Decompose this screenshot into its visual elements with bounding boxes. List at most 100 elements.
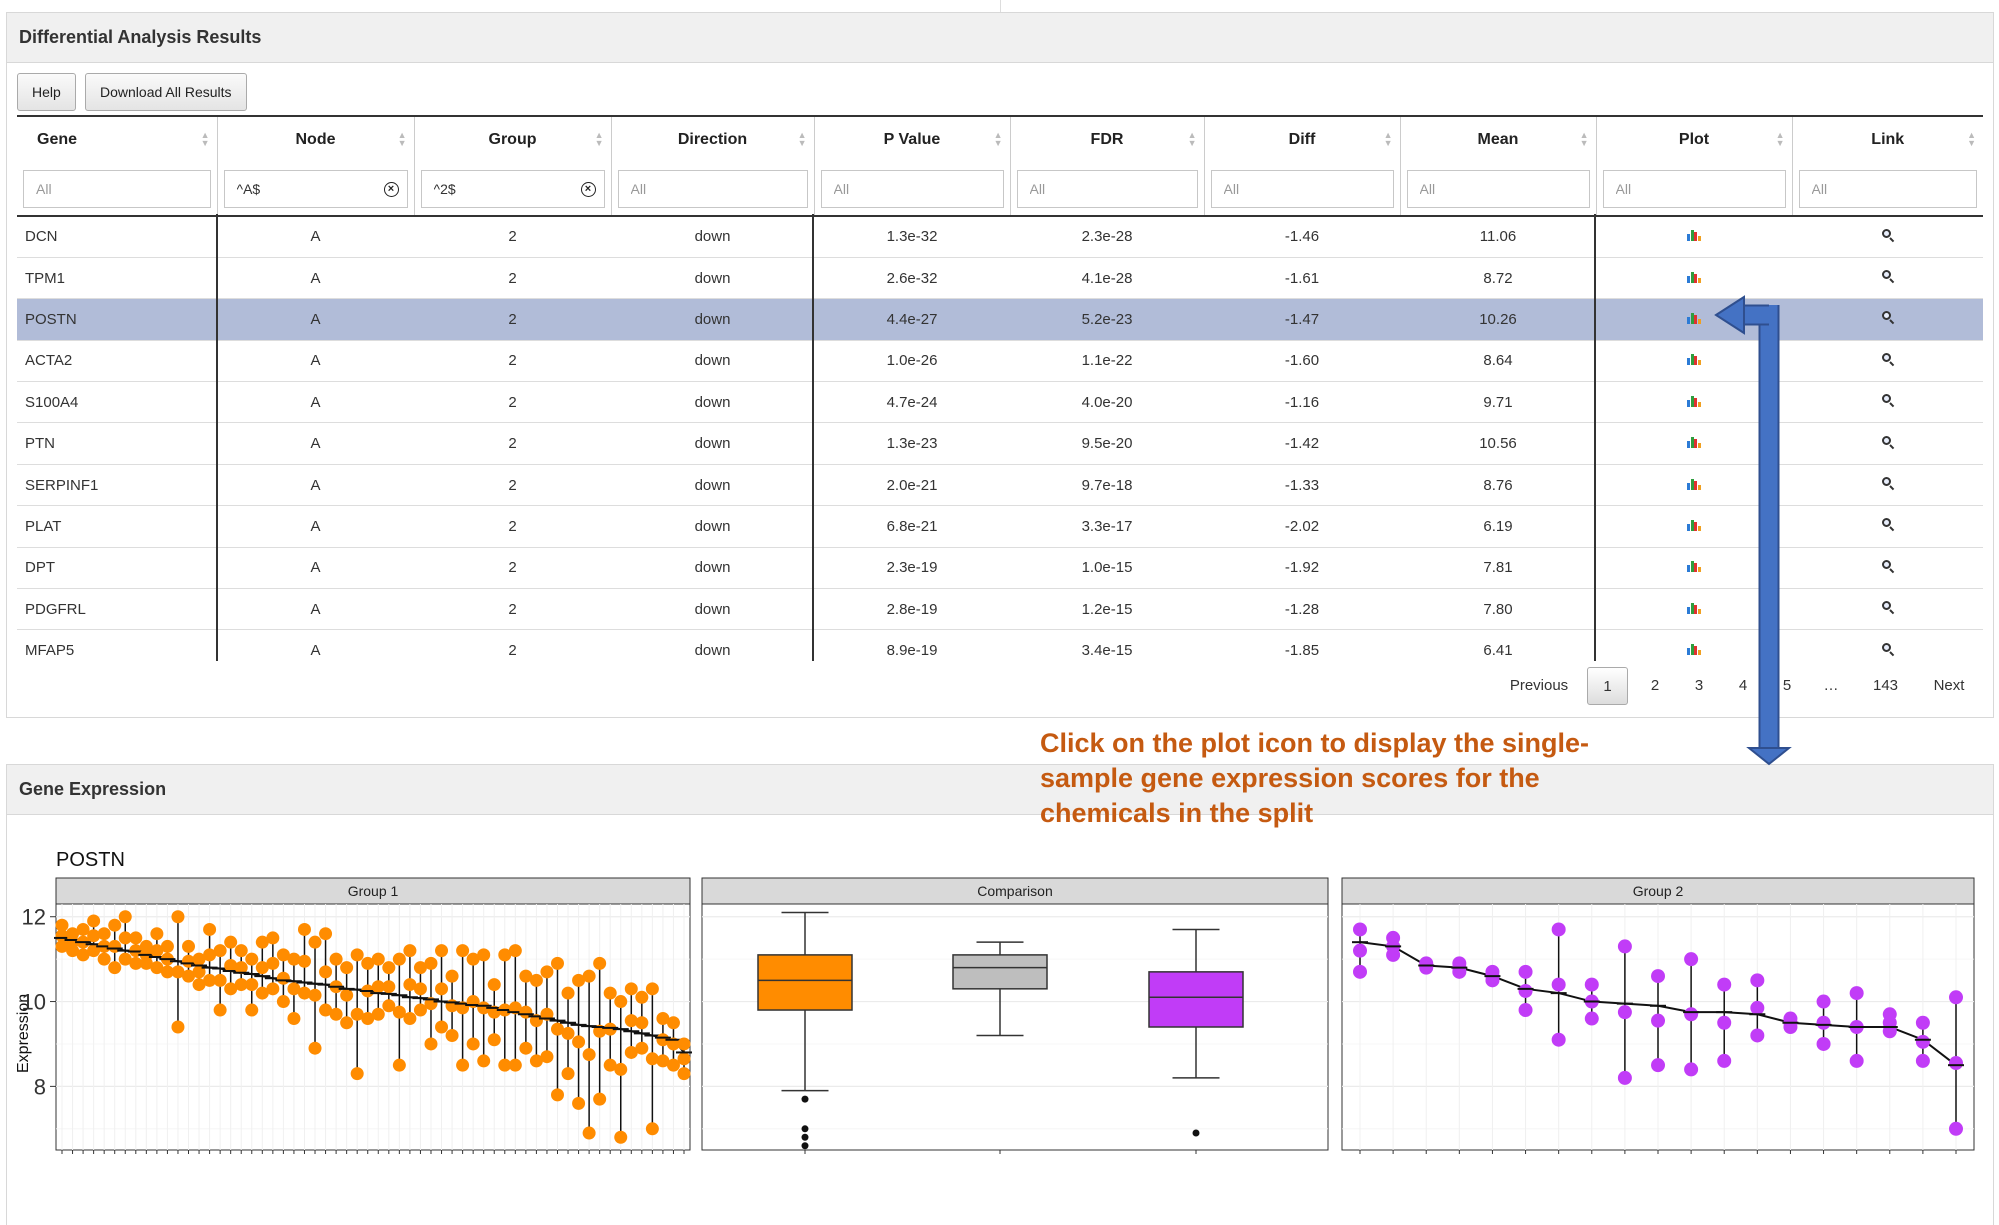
filter-input-diff[interactable] [1211,170,1393,207]
cell-direction: down [611,546,814,589]
column-header-mean[interactable]: Mean ▲ ▼ [1399,115,1596,162]
filter-input-node[interactable] [224,170,407,207]
results-panel-title: Differential Analysis Results [7,13,1993,63]
sort-icon[interactable]: ▲ ▼ [1188,131,1197,148]
table-row[interactable]: PTN A 2 down 1.3e-23 9.5e-20 -1.42 10.56 [17,422,1983,465]
column-header-group[interactable]: Group ▲ ▼ [413,115,611,162]
cell-link [1792,588,1983,630]
table-row[interactable]: POSTN A 2 down 4.4e-27 5.2e-23 -1.47 10.26 [17,298,1983,341]
clear-filter-icon[interactable]: × [383,181,399,197]
help-button[interactable]: Help [17,73,76,111]
bar-chart-icon[interactable] [1687,395,1701,407]
column-header-plot[interactable]: Plot ▲ ▼ [1595,115,1792,162]
data-point [1849,986,1864,1001]
bar-chart-icon[interactable] [1687,519,1701,531]
table-row[interactable]: DPT A 2 down 2.3e-19 1.0e-15 -1.92 7.81 [17,546,1983,589]
magnifier-icon[interactable] [1881,559,1895,574]
sort-icon[interactable]: ▲ ▼ [201,131,210,148]
bar-chart-icon[interactable] [1687,312,1701,324]
column-header-diff[interactable]: Diff ▲ ▼ [1203,115,1400,162]
bar-chart-icon[interactable] [1687,271,1701,283]
table-row[interactable]: PDGFRL A 2 down 2.8e-19 1.2e-15 -1.28 7.80 [17,588,1983,630]
magnifier-icon[interactable] [1881,310,1895,325]
sort-icon[interactable]: ▲ ▼ [1776,131,1785,148]
outlier-point [801,1133,809,1141]
pagination-next[interactable]: Next [1924,667,1974,705]
bar-chart-icon[interactable] [1687,436,1701,449]
column-header-link[interactable]: Link ▲ ▼ [1791,115,1983,162]
sort-icon[interactable]: ▲ ▼ [1967,131,1976,148]
data-point [266,931,280,945]
filter-input-group[interactable] [421,170,604,207]
table-row[interactable]: PLAT A 2 down 6.8e-21 3.3e-17 -2.02 6.19 [17,505,1983,548]
data-point [424,956,438,970]
bar-chart-icon[interactable] [1687,602,1701,614]
cell-link [1792,256,1983,299]
column-header-p-value[interactable]: P Value ▲ ▼ [813,115,1010,162]
column-header-label: Diff [1288,130,1316,148]
magnifier-icon[interactable] [1881,352,1895,367]
page-2-button[interactable]: 2 [1640,667,1670,705]
data-point [1617,1005,1632,1020]
sort-icon[interactable]: ▲ ▼ [595,131,604,148]
bar-chart-icon[interactable] [1687,353,1701,366]
data-point [529,973,543,987]
clear-filter-icon[interactable]: × [580,181,596,197]
sort-icon[interactable]: ▲ ▼ [994,131,1003,148]
bar-chart-icon[interactable] [1687,643,1701,656]
sort-icon[interactable]: ▲ ▼ [798,131,807,148]
table-row[interactable]: ACTA2 A 2 down 1.0e-26 1.1e-22 -1.60 8.64 [17,339,1983,382]
filter-input-fdr[interactable] [1017,170,1197,207]
table-row[interactable]: S100A4 A 2 down 4.7e-24 4.0e-20 -1.16 9.71 [17,381,1983,423]
bar-chart-icon[interactable] [1687,478,1701,490]
magnifier-icon[interactable] [1881,228,1895,243]
filter-box [820,169,1004,208]
cell-diff: -1.16 [1204,381,1400,423]
pagination-previous[interactable]: Previous [1500,667,1578,705]
bar-chart-icon[interactable] [1687,560,1701,573]
column-header-fdr[interactable]: FDR ▲ ▼ [1009,115,1204,162]
filter-input-direction[interactable] [618,170,807,207]
cell-fdr: 3.3e-17 [1010,505,1204,548]
sort-icon[interactable]: ▲ ▼ [1580,131,1589,148]
column-header-node[interactable]: Node ▲ ▼ [216,115,414,162]
data-point [1816,994,1831,1009]
cell-fdr: 9.7e-18 [1010,463,1204,506]
magnifier-icon[interactable] [1881,600,1895,615]
page-5-button[interactable]: 5 [1772,667,1802,705]
page-4-button[interactable]: 4 [1728,667,1758,705]
cell-direction: down [611,298,814,341]
page-1-button[interactable]: 1 [1587,667,1628,705]
sort-icon[interactable]: ▲ ▼ [398,131,407,148]
filter-input-plot[interactable] [1603,170,1785,207]
page-143-button[interactable]: 143 [1863,667,1908,705]
magnifier-icon[interactable] [1881,642,1895,657]
column-header-direction[interactable]: Direction ▲ ▼ [610,115,814,162]
filter-input-gene[interactable] [24,170,210,207]
cell-group: 2 [414,298,611,341]
magnifier-icon[interactable] [1881,269,1895,284]
magnifier-icon[interactable] [1881,517,1895,532]
bar-chart-icon[interactable] [1687,229,1701,242]
magnifier-icon[interactable] [1881,435,1895,449]
cell-gene: TPM1 [17,256,217,299]
y-tick-label: 8 [34,1074,46,1099]
table-row[interactable]: TPM1 A 2 down 2.6e-32 4.1e-28 -1.61 8.72 [17,256,1983,299]
download-all-button[interactable]: Download All Results [85,73,247,111]
data-point [603,986,617,1000]
table-row[interactable]: MFAP5 A 2 down 8.9e-19 3.4e-15 -1.85 6.41 [17,629,1983,672]
filter-input-link[interactable] [1799,170,1976,207]
filter-input-p-value[interactable] [821,170,1003,207]
cell-group: 2 [414,256,611,299]
column-header-gene[interactable]: Gene ▲ ▼ [17,115,217,162]
column-header-label: Gene [37,130,78,148]
sort-icon[interactable]: ▲ ▼ [1384,131,1393,148]
table-row[interactable]: DCN A 2 down 1.3e-32 2.3e-28 -1.46 11.06 [17,215,1983,258]
page-3-button[interactable]: 3 [1684,667,1714,705]
table-row[interactable]: SERPINF1 A 2 down 2.0e-21 9.7e-18 -1.33 8.76 [17,463,1983,506]
cell-fdr: 1.0e-15 [1010,546,1204,589]
magnifier-icon[interactable] [1881,476,1895,491]
filter-input-mean[interactable] [1407,170,1589,207]
data-point [593,956,607,970]
magnifier-icon[interactable] [1881,393,1895,408]
